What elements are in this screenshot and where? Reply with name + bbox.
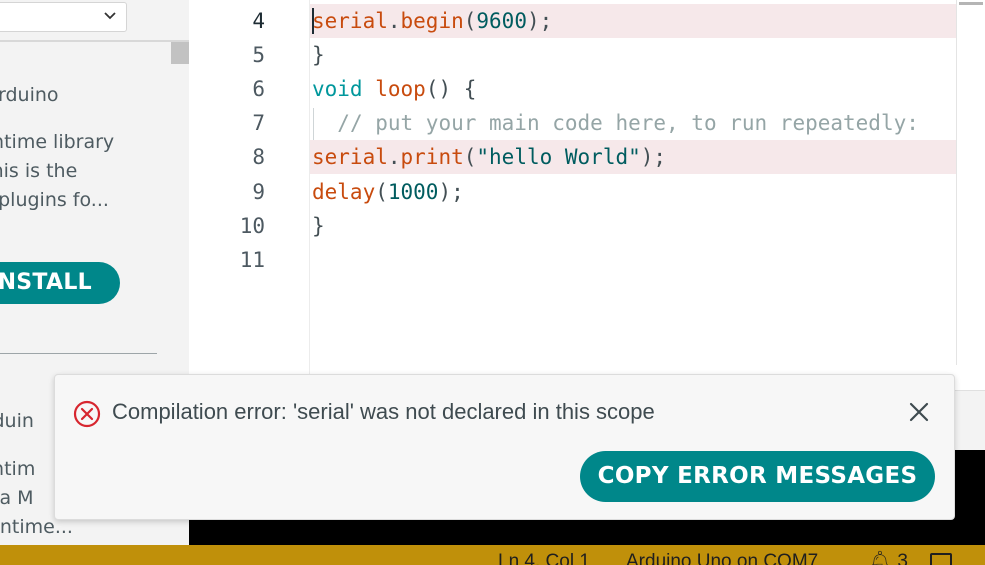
line-number: 4: [252, 9, 265, 33]
code-token: () {: [425, 77, 477, 101]
code-token: );: [640, 145, 667, 169]
cursor-position[interactable]: Ln 4, Col 1: [498, 551, 590, 565]
install-button[interactable]: NSTALL: [0, 262, 120, 304]
code-token: }: [312, 214, 325, 238]
code-line[interactable]: void loop() {: [312, 72, 476, 106]
library-item-divider: [0, 353, 157, 354]
code-line[interactable]: serial.print("hello World");: [312, 140, 666, 174]
code-token: (: [375, 180, 388, 204]
line-number: 7: [252, 111, 265, 135]
line-number: 11: [239, 248, 265, 272]
error-notification: Compilation error: 'serial' was not decl…: [54, 374, 955, 520]
filter-dropdown[interactable]: [0, 2, 127, 32]
code-line[interactable]: // put your main code here, to run repea…: [312, 106, 919, 140]
code-token: );: [526, 9, 553, 33]
line-number: 8: [252, 145, 265, 169]
line-number: 5: [252, 43, 265, 67]
library-item-title: rduin: [0, 410, 34, 432]
text-cursor: [312, 8, 314, 34]
code-token: serial: [312, 9, 388, 33]
editor-scrollbar-thumb[interactable]: [959, 2, 983, 5]
code-token: loop: [375, 77, 426, 101]
toggle-panel-icon[interactable]: [930, 553, 952, 565]
code-token: (: [463, 145, 477, 169]
editor-scrollbar[interactable]: [956, 0, 985, 365]
notifications-indicator[interactable]: 🔔︎ 3: [868, 549, 908, 565]
code-token: .: [387, 9, 401, 33]
copy-error-messages-button[interactable]: COPY ERROR MESSAGES: [580, 451, 935, 502]
error-icon: [73, 400, 101, 428]
library-item-desc: untime library: [0, 131, 115, 153]
code-token: begin: [400, 9, 464, 33]
library-item-title: Arduino: [0, 84, 59, 106]
status-bar: Ln 4, Col 1 Arduino Uno on COM7 🔔︎ 3: [0, 545, 985, 565]
library-item-desc: untim: [0, 458, 36, 480]
code-token: .: [387, 145, 401, 169]
code-token: "hello World": [476, 145, 641, 169]
code-line[interactable]: }: [312, 38, 325, 72]
panel-scrollbar-thumb[interactable]: [171, 42, 189, 64]
code-token: (: [463, 9, 477, 33]
code-token: serial: [312, 145, 388, 169]
line-number: 6: [252, 77, 265, 101]
error-message: Compilation error: 'serial' was not decl…: [112, 399, 655, 424]
code-token: 9600: [476, 9, 527, 33]
library-item-desc: nta M: [0, 487, 34, 509]
code-token: );: [438, 180, 464, 204]
board-selector[interactable]: Arduino Uno on COM7: [626, 551, 818, 565]
code-line[interactable]: delay(1000);: [312, 175, 464, 209]
notification-count: 3: [897, 551, 908, 565]
code-token: print: [400, 145, 464, 169]
code-token: void: [312, 77, 363, 101]
code-token: // put your main code here, to run repea…: [337, 111, 919, 135]
code-line[interactable]: serial.begin(9600);: [312, 4, 552, 38]
code-token: 1000: [387, 180, 439, 204]
chevron-down-icon: [104, 12, 116, 20]
library-item-desc: This is the: [0, 160, 78, 182]
code-token: delay: [312, 180, 376, 204]
close-icon[interactable]: [908, 401, 930, 423]
line-number: 9: [252, 180, 265, 204]
line-number: 10: [239, 214, 265, 238]
library-item-desc: d plugins fo...: [0, 189, 109, 211]
code-token: }: [312, 43, 325, 67]
panel-divider: [0, 40, 189, 42]
code-line[interactable]: }: [312, 209, 325, 243]
